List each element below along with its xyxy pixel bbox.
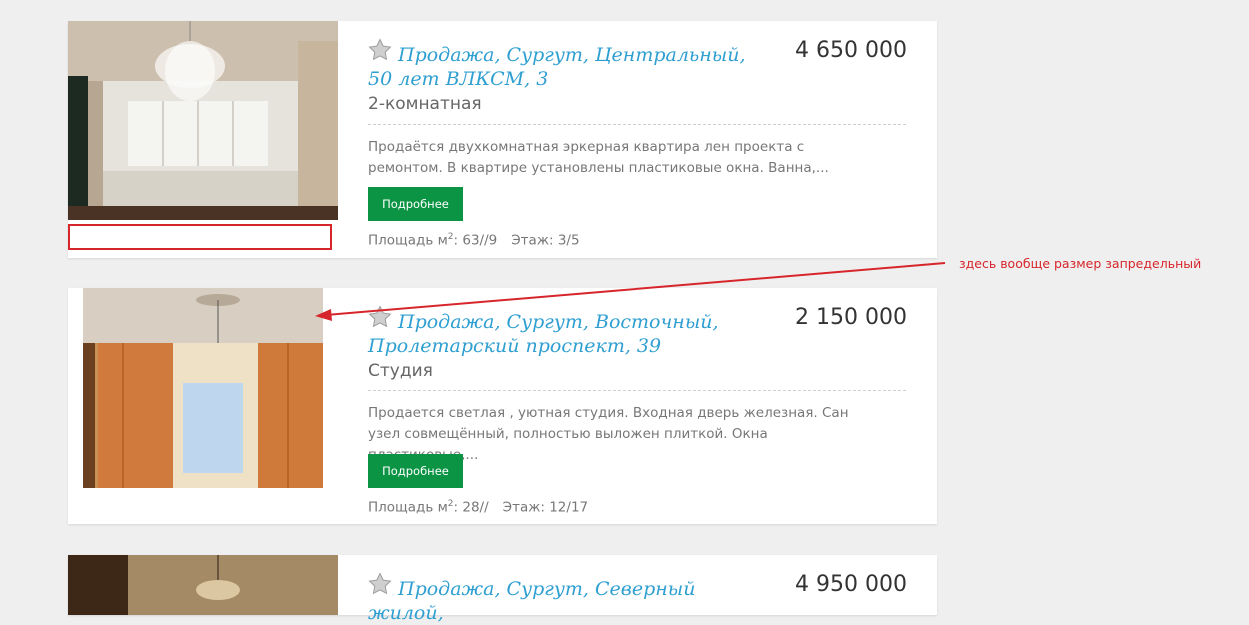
listing-description: Продаётся двухкомнатная эркерная квартир…: [368, 139, 829, 176]
listing-price: 4 650 000: [795, 38, 907, 63]
listing-card: Продажа, Сургут, Центральный, 50 лет ВЛК…: [68, 21, 937, 258]
floor-label: Этаж: 3/5: [511, 232, 580, 249]
listing-photo[interactable]: [68, 21, 338, 220]
listing-photo[interactable]: [68, 555, 338, 615]
listing-title[interactable]: Продажа, Сургут, Северный жилой,: [368, 577, 748, 625]
listing-meta: Площадь м2: 28//Этаж: 12/17: [368, 499, 588, 516]
listing-rooms: Студия: [368, 361, 433, 381]
listing-rooms: 2-комнатная: [368, 94, 482, 114]
details-button[interactable]: Подробнее: [368, 454, 463, 488]
area-value: : 28//: [453, 499, 489, 516]
divider: [368, 390, 906, 391]
listing-meta: Площадь м2: 63//9 Этаж: 3/5: [368, 232, 580, 249]
area-label: Площадь м: [368, 499, 448, 516]
listing-photo[interactable]: [83, 288, 323, 488]
details-button[interactable]: Подробнее: [368, 187, 463, 221]
listing-price: 4 950 000: [795, 572, 907, 597]
divider: [368, 124, 906, 125]
annotation-text: здесь вообще размер запредельный: [959, 256, 1202, 271]
annotation-highlight-box: [68, 224, 332, 250]
listing-card: Продажа, Сургут, Северный жилой, 4 950 0…: [68, 555, 937, 624]
area-label: Площадь м: [368, 232, 448, 249]
listing-title[interactable]: Продажа, Сургут, Восточный, Пролетарский…: [368, 310, 748, 358]
listing-title[interactable]: Продажа, Сургут, Центральный, 50 лет ВЛК…: [368, 43, 748, 91]
listing-price: 2 150 000: [795, 305, 907, 330]
area-value: : 63//9: [453, 232, 498, 249]
floor-label: Этаж: 12/17: [502, 499, 589, 516]
listing-card: Продажа, Сургут, Восточный, Пролетарский…: [68, 288, 937, 524]
